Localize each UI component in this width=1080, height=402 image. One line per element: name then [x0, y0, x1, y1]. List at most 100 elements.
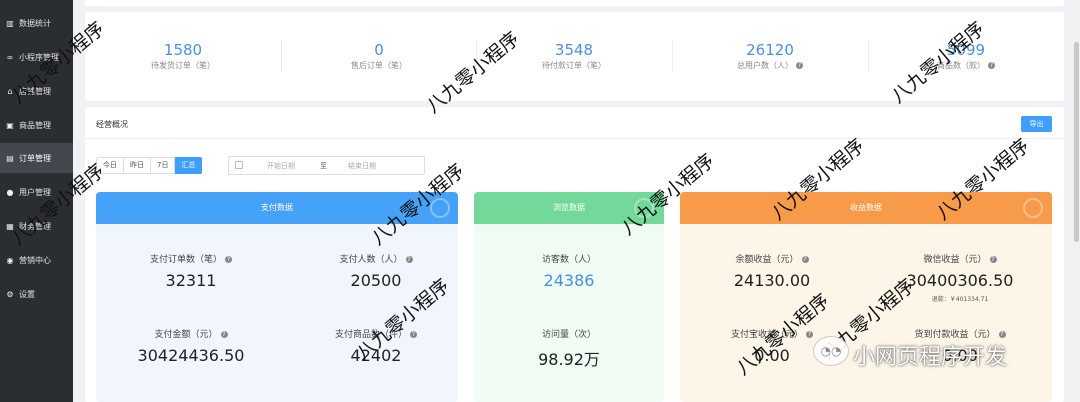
wechat-icon: ◔◔	[813, 336, 849, 366]
sidebar-item-label: 小程序管理	[19, 52, 59, 62]
card-body: 余额收益（元）? 24130.00 微信收益（元）? 30400306.50 退…	[680, 224, 1052, 402]
metric-label: 支付商品数（件）	[334, 330, 407, 340]
stat-value: 0	[374, 41, 384, 59]
range-today-button[interactable]: 今日	[96, 157, 124, 174]
help-icon[interactable]: ?	[806, 331, 813, 338]
browse-data-card: 浏览数据 访客数（人） 24386 访问量（次） 98.92万	[474, 192, 664, 402]
metric-value: 98.92万	[538, 350, 600, 369]
metric-label: 支付金额（元）	[154, 330, 218, 340]
metric-pay-orders: 支付订单数（笔）? 32311	[136, 252, 246, 290]
order-icon: ▤	[6, 153, 14, 163]
sidebar-item-miniprogram[interactable]: ∞ 小程序管理	[0, 42, 73, 72]
metric-pay-amount: 支付金额（元）? 30424436.50	[126, 327, 256, 365]
pay-data-card: 支付数据 支付订单数（笔）? 32311 支付人数（人）? 20500 支付金额…	[96, 192, 458, 402]
stat-value: 26120	[746, 41, 794, 59]
metric-label-wrap: 支付宝收益（元）?	[717, 327, 827, 340]
stat-label-wrap: 总用户数（人）?	[672, 60, 868, 71]
date-range-tabs: 今日 昨日 7日 汇总	[96, 157, 203, 174]
metric-label-wrap: 支付商品数（件）?	[316, 327, 436, 340]
card-header: 收益数据	[680, 192, 1052, 224]
metric-label: 支付人数（人）	[339, 255, 403, 265]
help-icon[interactable]: ?	[998, 331, 1006, 338]
sidebar-item-finance[interactable]: ▦ 财务管理	[0, 211, 73, 241]
sidebar-item-orders[interactable]: ▤ 订单管理	[0, 143, 73, 173]
sidebar-item-store[interactable]: ⌂ 店铺管理	[0, 76, 73, 106]
stat-label: 总用户数（人）	[737, 61, 793, 70]
stat-pending-shipment[interactable]: 1580 待发货订单（笔）	[85, 40, 281, 71]
help-icon[interactable]: ?	[405, 256, 413, 263]
stat-label-wrap: 商品数（款）?	[868, 60, 1064, 71]
stat-after-sale[interactable]: 0 售后订单（笔）	[281, 40, 477, 71]
card-decoration-icon	[1023, 198, 1043, 218]
link-icon: ∞	[6, 52, 14, 62]
marketing-icon: ◉	[6, 255, 14, 265]
metric-label-wrap: 支付订单数（笔）?	[136, 252, 246, 265]
metric-value: 0.00	[754, 346, 790, 365]
card-decoration-icon	[430, 198, 450, 218]
stat-products[interactable]: 5099 商品数（款）?	[868, 40, 1064, 71]
help-icon[interactable]: ?	[225, 256, 232, 263]
sidebar: ▥ 数据统计 ∞ 小程序管理 ⌂ 店铺管理 ▣ 商品管理 ▤ 订单管理 ● 用户管理 ▦ 财务…	[0, 0, 73, 402]
sidebar-item-label: 设置	[19, 289, 35, 299]
metric-page-views: 访问量（次） 98.92万	[509, 327, 629, 370]
metric-alipay-income: 支付宝收益（元）? 0.00	[717, 327, 827, 365]
sidebar-item-label: 数据统计	[19, 18, 51, 28]
sidebar-item-marketing[interactable]: ◉ 营销中心	[0, 245, 73, 275]
stat-label: 售后订单（笔）	[351, 61, 407, 70]
metric-pay-users: 支付人数（人）? 20500	[321, 252, 431, 290]
stat-pending-payment[interactable]: 3548 待付款订单（笔）	[476, 40, 672, 71]
help-icon[interactable]: ?	[220, 331, 228, 338]
date-range-picker[interactable]: 开始日期 至 结束日期	[228, 156, 425, 175]
range-total-button[interactable]: 汇总	[175, 157, 203, 174]
card-decoration-icon	[634, 198, 654, 218]
metric-label-wrap: 余额收益（元）?	[712, 252, 832, 265]
metric-label-wrap: 支付人数（人）?	[321, 252, 431, 265]
metric-label: 余额收益（元）	[735, 255, 799, 265]
sidebar-item-settings[interactable]: ⚙ 设置	[0, 279, 73, 309]
metric-balance-income: 余额收益（元）? 24130.00	[712, 252, 832, 290]
help-icon[interactable]: ?	[801, 256, 809, 263]
export-button[interactable]: 导出	[1021, 116, 1052, 132]
sidebar-item-label: 订单管理	[19, 153, 51, 163]
help-icon[interactable]: ?	[410, 331, 417, 338]
bar-chart-icon: ▥	[6, 18, 14, 28]
range-7days-button[interactable]: 7日	[151, 157, 176, 174]
metric-value: 32311	[165, 271, 217, 290]
panel-title: 经营概况	[96, 120, 128, 129]
sidebar-item-stats[interactable]: ▥ 数据统计	[0, 8, 73, 38]
metric-label: 支付订单数（笔）	[149, 255, 222, 265]
wallet-icon: ▦	[6, 221, 14, 231]
card-body: 访客数（人） 24386 访问量（次） 98.92万	[474, 224, 664, 402]
sidebar-item-users[interactable]: ● 用户管理	[0, 177, 73, 207]
metric-value: 30424436.50	[137, 346, 245, 365]
user-icon: ●	[6, 187, 14, 197]
top-panel	[85, 0, 1064, 6]
stat-label: 待付款订单（笔）	[542, 61, 606, 70]
metric-value: 20500	[350, 271, 402, 290]
help-icon[interactable]: ?	[989, 256, 997, 263]
metric-pay-items: 支付商品数（件）? 42402	[316, 327, 436, 365]
sidebar-item-label: 商品管理	[19, 120, 51, 130]
card-header: 支付数据	[96, 192, 458, 224]
stats-card: 1580 待发货订单（笔） 0 售后订单（笔） 3548 待付款订单（笔） 26…	[85, 12, 1064, 101]
sidebar-item-label: 店铺管理	[19, 86, 51, 96]
metric-label: 微信收益（元）	[923, 255, 987, 265]
end-date-input[interactable]: 结束日期	[348, 161, 376, 171]
metric-value: 42402	[350, 346, 402, 365]
metric-label-wrap: 支付金额（元）?	[126, 327, 256, 340]
help-icon[interactable]: ?	[796, 62, 803, 69]
scrollbar-thumb[interactable]	[1074, 42, 1079, 242]
help-icon[interactable]: ?	[988, 62, 995, 69]
card-body: 支付订单数（笔）? 32311 支付人数（人）? 20500 支付金额（元）? …	[96, 224, 458, 402]
range-yesterday-button[interactable]: 昨日	[124, 157, 151, 174]
sidebar-item-label: 用户管理	[19, 187, 51, 197]
metric-value: 24130.00	[733, 271, 811, 290]
start-date-input[interactable]: 开始日期	[267, 161, 295, 171]
sidebar-item-label: 财务管理	[19, 221, 51, 231]
stat-total-users[interactable]: 26120 总用户数（人）?	[672, 40, 868, 71]
metric-label: 访客数（人）	[541, 255, 596, 265]
stat-value: 5099	[946, 41, 986, 59]
box-icon: ▣	[6, 120, 14, 130]
divider	[85, 138, 1064, 139]
sidebar-item-products[interactable]: ▣ 商品管理	[0, 110, 73, 140]
